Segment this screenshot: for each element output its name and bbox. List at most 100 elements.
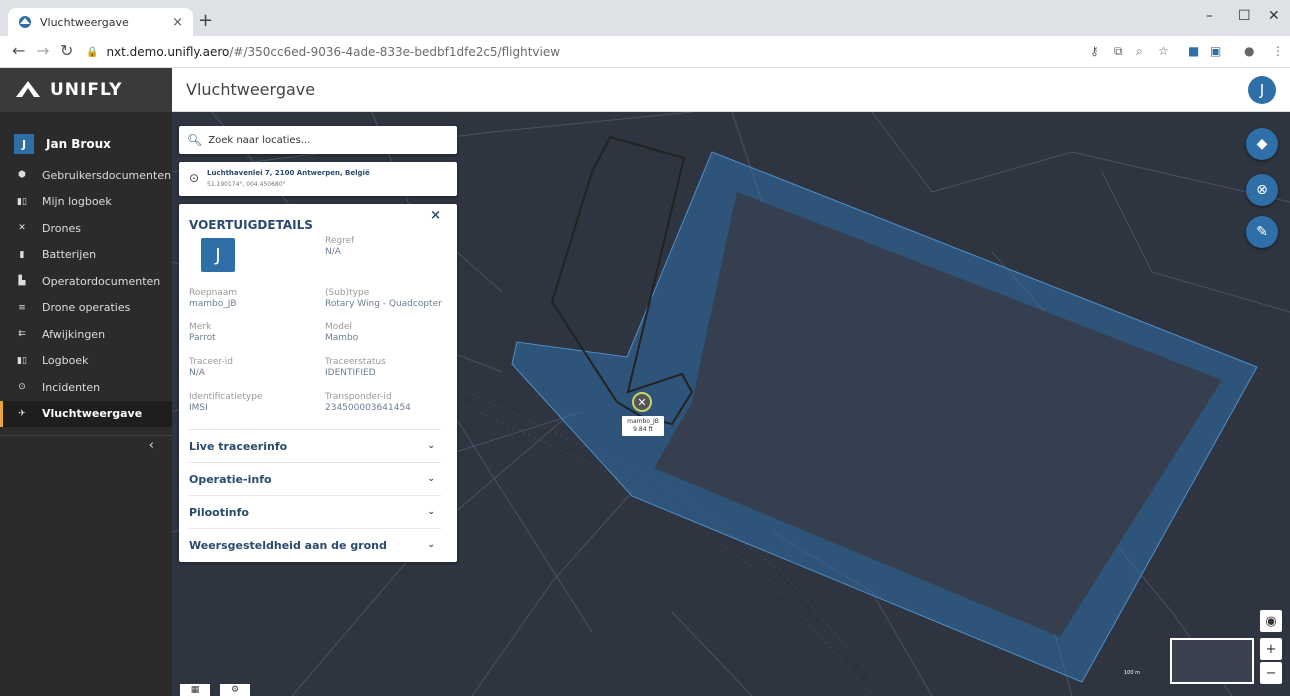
field-label: (Sub)type <box>325 288 370 298</box>
panel-title: VOERTUIGDETAILS <box>189 218 313 232</box>
sidebar-item-label: Operatordocumenten <box>42 274 161 288</box>
book-icon: ▮▯ <box>17 355 27 366</box>
field-value: Parrot <box>189 333 216 343</box>
unifly-logo-icon <box>16 81 40 97</box>
address-panel[interactable]: ⊙ Luchthavenlei 7, 2100 Antwerpen, Belgi… <box>179 162 457 196</box>
sidebar-item-afwijkingen[interactable]: ⇇ Afwijkingen <box>0 321 172 348</box>
field-regref: Regref N/A <box>325 236 354 258</box>
section-operatie-info[interactable]: Operatie-info ⌄ <box>189 462 441 495</box>
sidebar-item-operatordocumenten[interactable]: ▙ Operatordocumenten <box>0 268 172 295</box>
zoom-out-button[interactable]: − <box>1260 662 1282 684</box>
url-bar[interactable]: 🔒 nxt.demo.unifly.aero/#/350cc6ed-9036-4… <box>86 40 1086 64</box>
settings-gear-icon[interactable]: ⚙ <box>220 684 250 696</box>
back-icon[interactable]: ← <box>12 41 25 60</box>
field-label: Merk <box>189 322 212 332</box>
minimap[interactable] <box>1170 638 1254 684</box>
field-label: Roepnaam <box>189 288 238 298</box>
field-label: Regref <box>325 236 355 246</box>
field-value: N/A <box>325 247 341 257</box>
profile-icon[interactable]: ● <box>1244 44 1254 58</box>
window-close-icon[interactable]: ✕ <box>1268 8 1280 24</box>
user-avatar[interactable]: J <box>1248 76 1276 104</box>
chevron-down-icon: ⌄ <box>427 540 435 550</box>
sidebar-item-label: Mijn logboek <box>42 195 112 209</box>
key-icon[interactable]: ⚷ <box>1090 44 1099 58</box>
lock-icon: 🔒 <box>86 46 99 58</box>
new-tab-button[interactable]: + <box>198 10 213 31</box>
forward-icon[interactable]: → <box>36 41 49 60</box>
tab-title: Vluchtweergave <box>40 15 129 29</box>
coordinates-line: 51.190174°, 004.450680° <box>207 181 286 188</box>
sidebar-item-incidenten[interactable]: ⊙ Incidenten <box>0 374 172 401</box>
locate-icon[interactable]: ◉ <box>1260 610 1282 632</box>
search-input[interactable] <box>208 134 449 146</box>
zoom-in-button[interactable]: + <box>1260 638 1282 660</box>
field-identificatietype: Identificatietype IMSI <box>189 392 262 414</box>
chevron-down-icon: ⌄ <box>427 441 435 451</box>
sidebar-divider <box>0 435 172 436</box>
tab-close-icon[interactable]: × <box>172 15 183 30</box>
sidebar-item-drone-operaties[interactable]: ≡ Drone operaties <box>0 295 172 322</box>
wrench-icon[interactable]: ✎ <box>1246 216 1278 248</box>
browser-tab[interactable]: Vluchtweergave × <box>8 8 193 36</box>
reload-icon[interactable]: ↻ <box>60 41 73 60</box>
sidebar-item-gebruikersdocumenten[interactable]: ⬢ Gebruikersdocumenten <box>0 162 172 189</box>
field-value: IMSI <box>189 403 208 413</box>
field-label: Model <box>325 322 353 332</box>
minimize-icon[interactable]: – <box>1206 8 1213 24</box>
field-traceerstatus: Traceerstatus IDENTIFIED <box>325 357 386 379</box>
table-view-icon[interactable]: ▦ <box>180 684 210 696</box>
sidebar-collapse-icon[interactable]: ‹ <box>149 438 154 453</box>
sidebar-item-label: Gebruikersdocumenten <box>42 168 172 182</box>
sidebar-user[interactable]: J Jan Broux <box>14 134 111 154</box>
field-value: Mambo <box>325 333 359 343</box>
unifly-favicon-icon <box>19 16 31 28</box>
drone-zones-icon[interactable]: ⊗ <box>1246 174 1278 206</box>
field-label: Traceer-id <box>189 357 233 367</box>
pocket-icon[interactable]: ▣ <box>1210 44 1221 58</box>
vehicle-avatar: J <box>201 238 235 272</box>
section-live-traceerinfo[interactable]: Live traceerinfo ⌄ <box>189 429 441 462</box>
field-value: Rotary Wing - Quadcopter <box>325 299 442 309</box>
sidebar-item-drones[interactable]: ✕ Drones <box>0 215 172 242</box>
section-pilootinfo[interactable]: Pilootinfo ⌄ <box>189 495 441 528</box>
sidebar-item-mijn-logboek[interactable]: ▮▯ Mijn logboek <box>0 189 172 216</box>
menu-icon[interactable]: ⋮ <box>1272 44 1284 58</box>
sidebar-item-vluchtweergave[interactable]: ✈ Vluchtweergave <box>0 400 172 427</box>
url-path: /#/350cc6ed-9036-4ade-833e-bedbf1dfe2c5/… <box>229 45 561 59</box>
sidebar-item-batterijen[interactable]: ▮ Batterijen <box>0 242 172 269</box>
logo-text: UNIFLY <box>50 80 123 100</box>
section-label: Operatie-info <box>189 472 272 486</box>
logo-area[interactable]: UNIFLY <box>0 68 172 112</box>
field-label: Transponder-id <box>325 392 392 402</box>
layers-icon[interactable]: ◆ <box>1246 128 1278 160</box>
drone-marker-icon[interactable]: ✕ <box>632 392 652 412</box>
translate-icon[interactable]: ⧉ <box>1114 44 1123 59</box>
field-value: mambo_JB <box>189 299 237 309</box>
chevron-down-icon: ⌄ <box>427 507 435 517</box>
book-icon: ▮▯ <box>17 196 27 207</box>
url-host: nxt.demo.unifly.aero <box>106 45 230 59</box>
extension-icon[interactable]: ■ <box>1188 44 1199 58</box>
sidebar-item-label: Logboek <box>42 354 89 368</box>
zoom-icon[interactable]: ⌕ <box>1136 44 1143 59</box>
drone-name: mambo_JB <box>627 418 659 425</box>
alert-icon: ⊙ <box>18 382 26 393</box>
field-transponder-id: Transponder-id 234500003641454 <box>325 392 411 414</box>
star-icon[interactable]: ☆ <box>1158 44 1169 58</box>
section-weersgesteldheid[interactable]: Weersgesteldheid aan de grond ⌄ <box>189 528 441 561</box>
maximize-icon[interactable]: ☐ <box>1238 8 1251 24</box>
sidebar-item-label: Vluchtweergave <box>42 407 143 421</box>
drone-label[interactable]: mambo_JB 9.84 ft <box>622 416 664 436</box>
sidebar-item-label: Drone operaties <box>42 301 131 315</box>
section-label: Weersgesteldheid aan de grond <box>189 538 387 552</box>
location-search[interactable]: 🔍︎ <box>179 126 457 154</box>
sidebar-item-logboek[interactable]: ▮▯ Logboek <box>0 348 172 375</box>
field-value: IDENTIFIED <box>325 368 376 378</box>
app-header: Vluchtweergave J <box>172 68 1290 112</box>
document-icon: ▙ <box>18 276 26 287</box>
shield-icon: ⬢ <box>18 170 26 181</box>
deviation-icon: ⇇ <box>18 329 26 340</box>
close-icon[interactable]: × <box>430 208 441 223</box>
sidebar-nav: ⬢ Gebruikersdocumenten ▮▯ Mijn logboek ✕ Dr… <box>0 162 172 444</box>
